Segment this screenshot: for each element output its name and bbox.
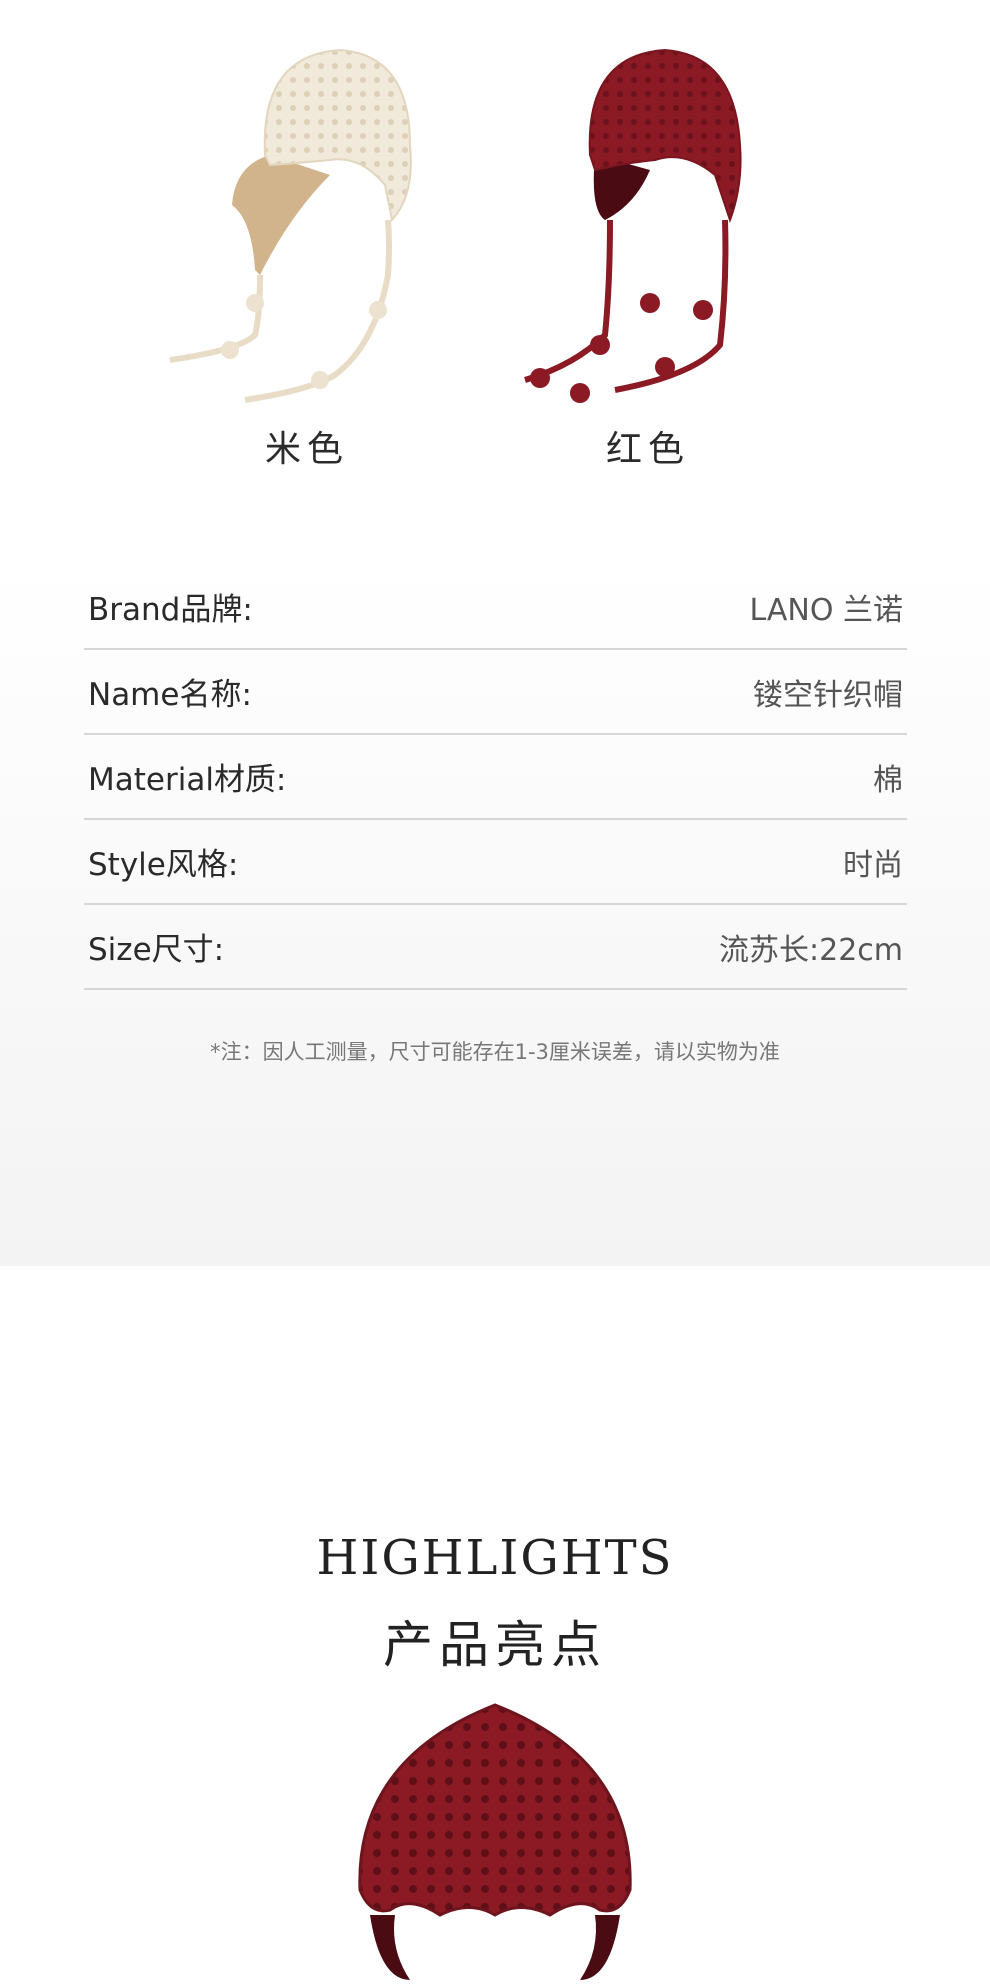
red-hat-hero-image: [350, 1700, 640, 1984]
measurement-note: *注：因人工测量，尺寸可能存在1-3厘米误差，请以实物为准: [210, 1040, 780, 1064]
spec-value: 时尚: [843, 847, 903, 883]
spec-row-brand: Brand品牌: LANO 兰诺: [84, 565, 907, 650]
spec-row-size: Size尺寸: 流苏长:22cm: [84, 905, 907, 990]
spec-label: Size尺寸:: [88, 932, 225, 968]
spec-value: LANO 兰诺: [749, 592, 903, 628]
spec-label: Brand品牌:: [88, 592, 253, 628]
beige-hat-image: [160, 45, 420, 415]
red-hat-image: [515, 45, 775, 415]
spec-label: Material材质:: [88, 762, 287, 798]
spec-row-material: Material材质: 棉: [84, 735, 907, 820]
spec-label: Style风格:: [88, 847, 239, 883]
spec-label: Name名称:: [88, 677, 252, 713]
spec-value: 流苏长:22cm: [719, 932, 903, 968]
highlights-title: HIGHLIGHTS: [316, 1530, 674, 1586]
spec-row-style: Style风格: 时尚: [84, 820, 907, 905]
spec-row-name: Name名称: 镂空针织帽: [84, 650, 907, 735]
swatch-label-beige: 米色: [264, 429, 349, 470]
swatch-label-red: 红色: [605, 429, 690, 470]
spec-value: 镂空针织帽: [753, 677, 903, 713]
spec-table: Brand品牌: LANO 兰诺 Name名称: 镂空针织帽 Material材…: [84, 565, 907, 990]
highlights-subtitle: 产品亮点: [383, 1616, 607, 1674]
spec-value: 棉: [873, 762, 903, 798]
